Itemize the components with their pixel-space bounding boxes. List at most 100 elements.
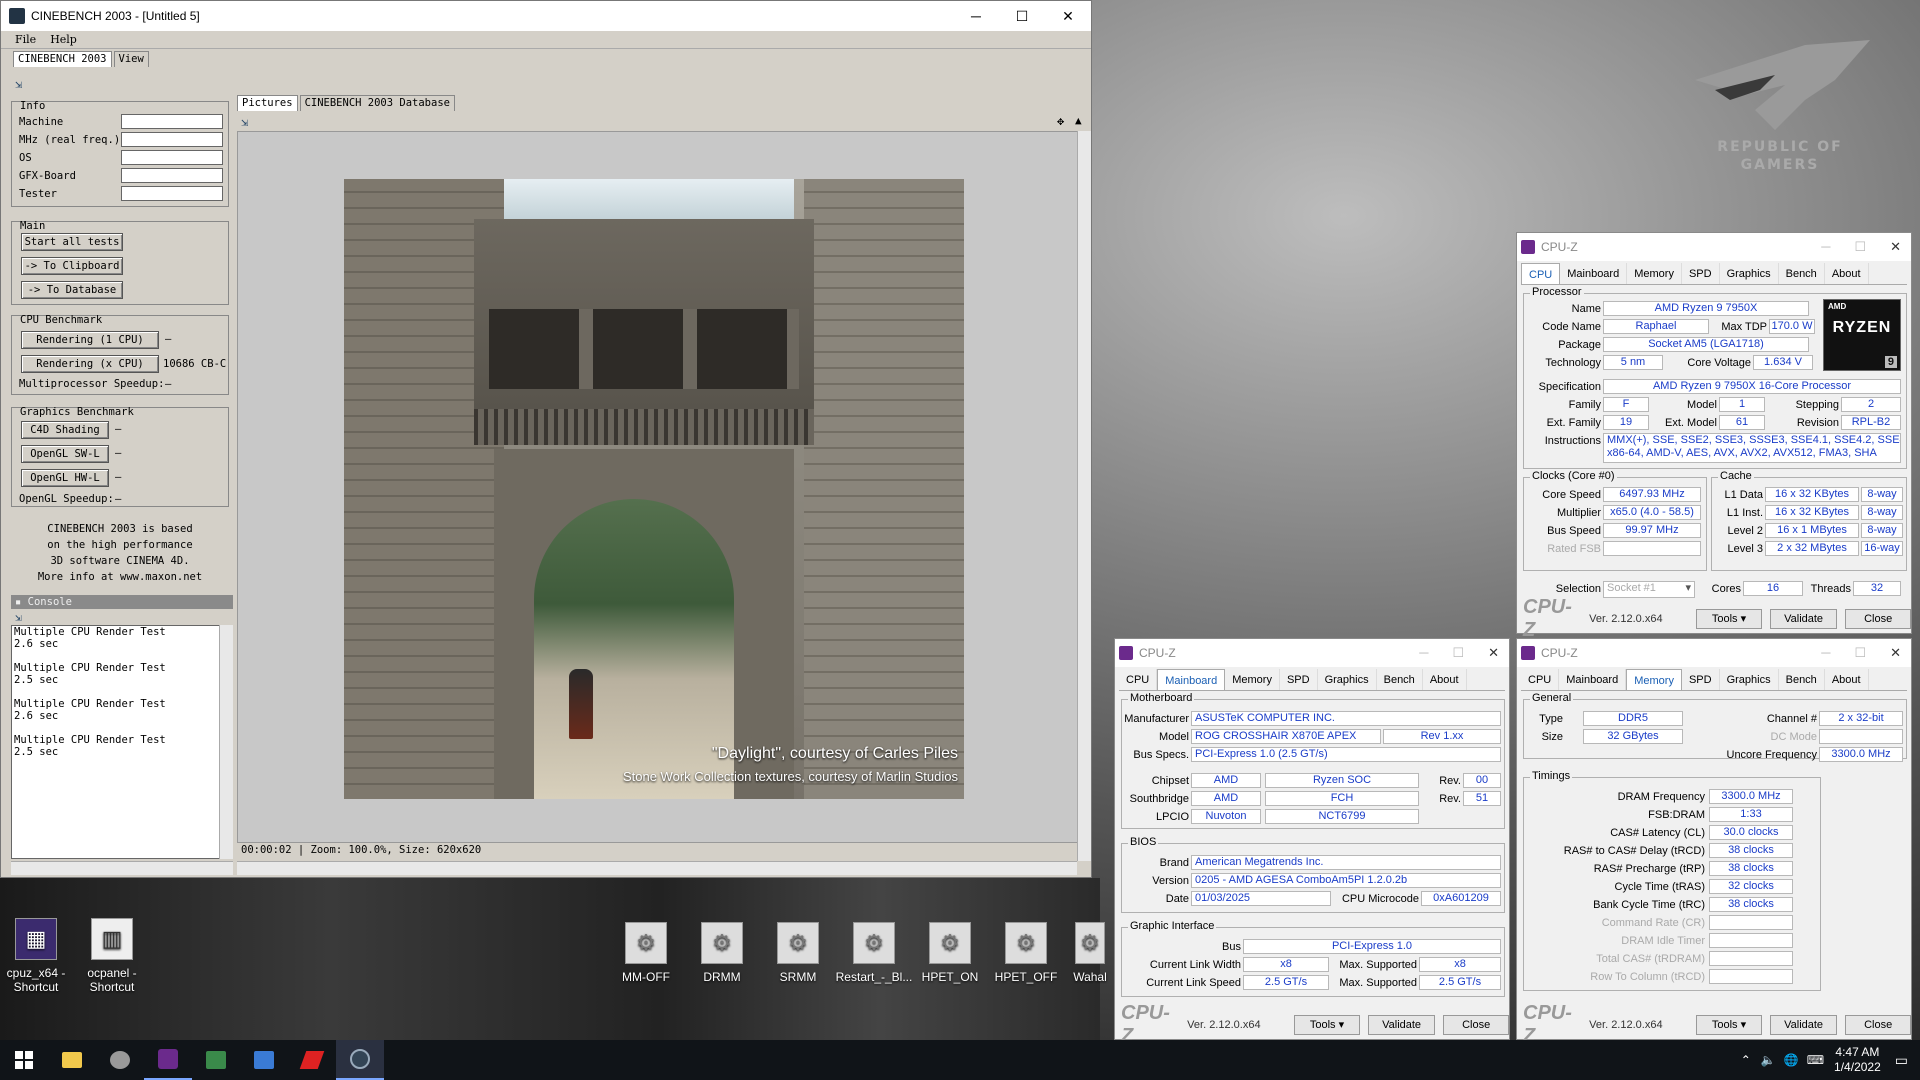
file-explorer-icon[interactable] <box>48 1040 96 1080</box>
to-clipboard-button[interactable]: -> To Clipboard <box>21 257 123 275</box>
close-button[interactable]: ✕ <box>1890 239 1901 255</box>
close-button[interactable]: ✕ <box>1890 645 1901 661</box>
move-icon[interactable]: ✥ <box>1057 114 1064 128</box>
machine-field[interactable] <box>121 114 223 129</box>
speaker-icon[interactable]: 🔈 <box>1761 1053 1776 1067</box>
app-icon-5[interactable] <box>288 1040 336 1080</box>
globe-icon[interactable]: 🌐 <box>1784 1053 1799 1067</box>
viewer-pin-icon[interactable]: ⇲ <box>241 115 248 129</box>
tab-cpu[interactable]: CPU <box>1521 263 1561 284</box>
tab-spd[interactable]: SPD <box>1682 669 1720 690</box>
tab-mainboard[interactable]: Mainboard <box>1560 263 1628 284</box>
maximize-button[interactable]: ☐ <box>1452 645 1464 661</box>
cinebench-taskbar-icon[interactable] <box>336 1040 384 1080</box>
tab-bench[interactable]: Bench <box>1779 263 1825 284</box>
menu-file[interactable]: File <box>15 33 36 46</box>
app-icon-1[interactable] <box>96 1040 144 1080</box>
tab-bench[interactable]: Bench <box>1779 669 1825 690</box>
pin-icon[interactable]: ⇲ <box>15 77 22 91</box>
selection-dropdown[interactable]: Socket #1 ▾ <box>1603 581 1695 598</box>
viewer-scrollbar[interactable] <box>1077 131 1091 861</box>
tab-graphics[interactable]: Graphics <box>1720 263 1779 284</box>
triangle-icon[interactable]: ▲ <box>1075 114 1082 127</box>
validate-button[interactable]: Validate <box>1769 1015 1838 1035</box>
tab-graphics[interactable]: Graphics <box>1318 669 1377 690</box>
console-scrollbar[interactable] <box>219 625 233 859</box>
console-pin-icon[interactable]: ⇲ <box>15 611 22 624</box>
desktop-icon-restart[interactable]: ⚙ Restart_-_Bl... <box>834 922 914 984</box>
tester-field[interactable] <box>121 186 223 201</box>
app-icon-4[interactable] <box>240 1040 288 1080</box>
tools-button[interactable]: Tools ▾ <box>1294 1015 1360 1035</box>
tab-spd[interactable]: SPD <box>1280 669 1318 690</box>
notification-icon[interactable]: ▭ <box>1895 1052 1908 1069</box>
tab-pictures[interactable]: Pictures <box>237 95 298 111</box>
gbus-label: Bus <box>1222 941 1241 953</box>
cpuz-taskbar-icon[interactable] <box>144 1040 192 1080</box>
start-button[interactable] <box>0 1040 48 1080</box>
start-all-tests-button[interactable]: Start all tests <box>21 233 123 251</box>
minimize-button[interactable]: ─ <box>1419 645 1428 661</box>
desktop-icon-wahal[interactable]: ⚙ Wahal <box>1070 922 1110 984</box>
viewer-hscrollbar[interactable] <box>237 861 1077 875</box>
minimize-button[interactable]: ─ <box>953 1 999 31</box>
tab-view[interactable]: View <box>113 51 149 67</box>
os-field[interactable] <box>121 150 223 165</box>
menu-help[interactable]: Help <box>50 33 77 46</box>
tab-memory[interactable]: Memory <box>1225 669 1280 690</box>
tab-database[interactable]: CINEBENCH 2003 Database <box>299 95 455 111</box>
tools-button[interactable]: Tools ▾ <box>1696 609 1762 629</box>
keyboard-icon[interactable]: ⌨ <box>1807 1053 1824 1067</box>
top-tabs: CINEBENCH 2003 View <box>1 49 1091 67</box>
chevron-up-icon[interactable]: ⌃ <box>1741 1053 1751 1067</box>
desktop-icon-drmm[interactable]: ⚙ DRMM <box>690 922 754 984</box>
app-icon-3[interactable] <box>192 1040 240 1080</box>
tab-mainboard[interactable]: Mainboard <box>1559 669 1627 690</box>
tools-button[interactable]: Tools ▾ <box>1696 1015 1762 1035</box>
rendering-1cpu-button[interactable]: Rendering (1 CPU) <box>21 331 159 349</box>
c4d-shading-button[interactable]: C4D Shading <box>21 421 109 439</box>
console-hscrollbar[interactable] <box>11 861 233 875</box>
minimize-button[interactable]: ─ <box>1821 239 1830 255</box>
desktop-icon-cpuz[interactable]: ▦ cpuz_x64 - Shortcut <box>4 918 68 994</box>
close-button[interactable]: ✕ <box>1045 1 1091 31</box>
tab-memory[interactable]: Memory <box>1626 669 1682 690</box>
tab-spd[interactable]: SPD <box>1682 263 1720 284</box>
tab-cinebench[interactable]: CINEBENCH 2003 <box>13 51 112 67</box>
opengl-hwl-button[interactable]: OpenGL HW-L <box>21 469 109 487</box>
opengl-swl-button[interactable]: OpenGL SW-L <box>21 445 109 463</box>
about-text: CINEBENCH 2003 is based on the high perf… <box>11 521 229 585</box>
tab-about[interactable]: About <box>1825 669 1869 690</box>
clock[interactable]: 4:47 AM 1/4/2022 <box>1834 1045 1881 1075</box>
maximize-button[interactable]: ☐ <box>1854 645 1866 661</box>
gfx-field[interactable] <box>121 168 223 183</box>
validate-button[interactable]: Validate <box>1367 1015 1436 1035</box>
console-log[interactable]: Multiple CPU Render Test 2.6 sec Multipl… <box>11 625 221 859</box>
close-button[interactable]: Close <box>1443 1015 1509 1035</box>
desktop-icon-srmm[interactable]: ⚙ SRMM <box>766 922 830 984</box>
desktop-icon-ocpanel[interactable]: ▥ ocpanel - Shortcut <box>80 918 144 994</box>
desktop-icon-mm-off[interactable]: ⚙ MM-OFF <box>614 922 678 984</box>
maximize-button[interactable]: ☐ <box>1854 239 1866 255</box>
close-button[interactable]: Close <box>1845 1015 1911 1035</box>
tab-memory[interactable]: Memory <box>1627 263 1682 284</box>
desktop-icon-hpet-on[interactable]: ⚙ HPET_ON <box>918 922 982 984</box>
close-button[interactable]: Close <box>1845 609 1911 629</box>
tab-about[interactable]: About <box>1423 669 1467 690</box>
clocks-label: Clocks (Core #0) <box>1530 470 1617 482</box>
to-database-button[interactable]: -> To Database <box>21 281 123 299</box>
maximize-button[interactable]: ☐ <box>999 1 1045 31</box>
desktop-icon-hpet-off[interactable]: ⚙ HPET_OFF <box>994 922 1058 984</box>
minimize-button[interactable]: ─ <box>1821 645 1830 661</box>
tab-mainboard[interactable]: Mainboard <box>1157 669 1226 690</box>
tab-graphics[interactable]: Graphics <box>1720 669 1779 690</box>
close-button[interactable]: ✕ <box>1488 645 1499 661</box>
tab-about[interactable]: About <box>1825 263 1869 284</box>
validate-button[interactable]: Validate <box>1769 609 1838 629</box>
tab-cpu[interactable]: CPU <box>1521 669 1560 690</box>
rendering-xcpu-button[interactable]: Rendering (x CPU) <box>21 355 159 373</box>
tab-bench[interactable]: Bench <box>1377 669 1423 690</box>
timing-value: 38 clocks <box>1709 897 1793 912</box>
mhz-field[interactable] <box>121 132 223 147</box>
tab-cpu[interactable]: CPU <box>1119 669 1158 690</box>
